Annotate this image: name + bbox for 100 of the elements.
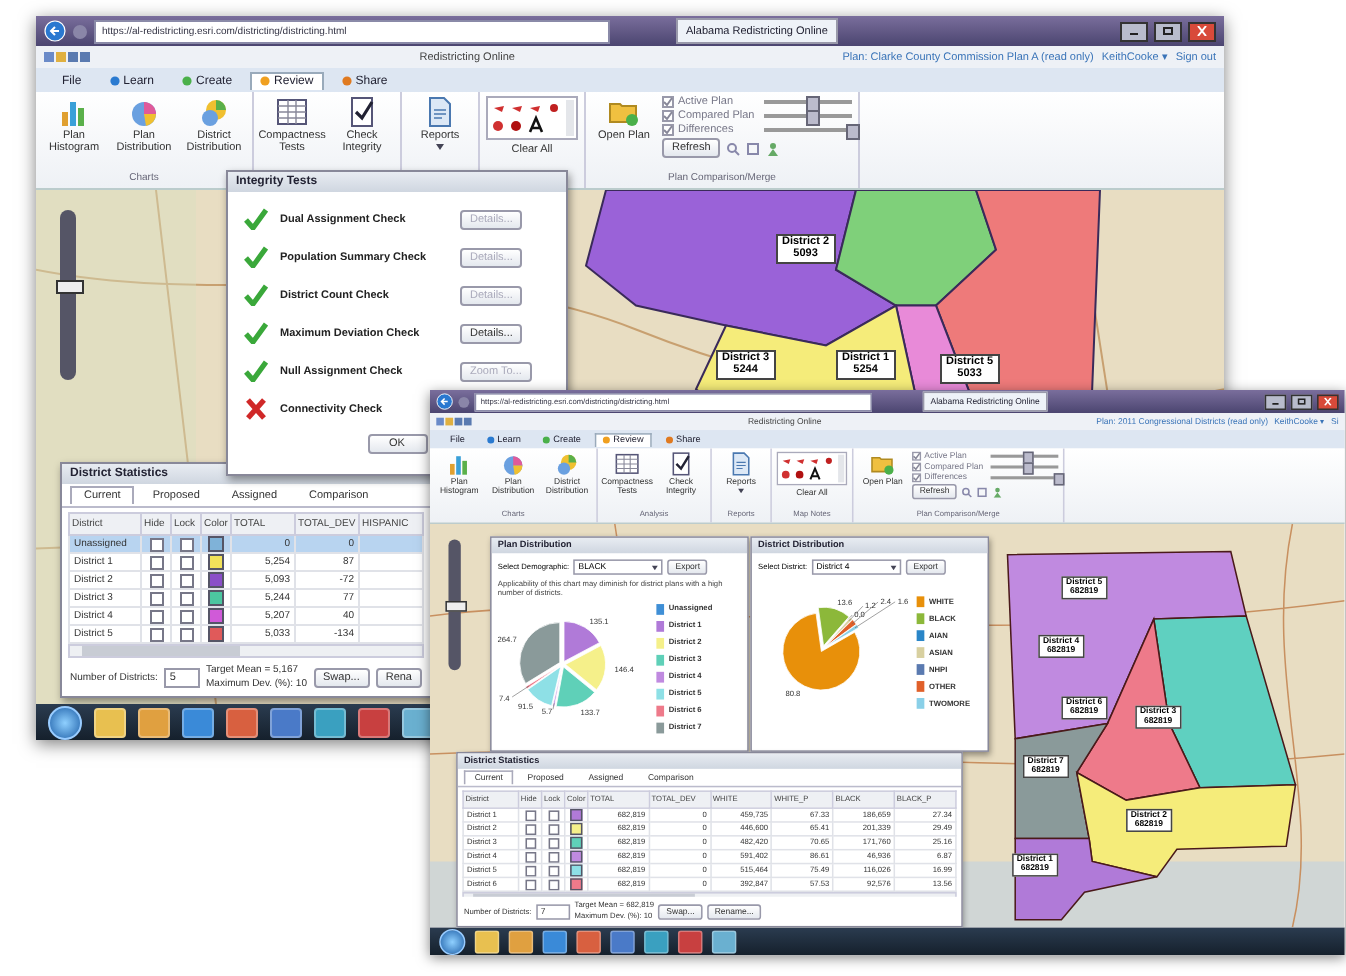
taskbar-app-icon[interactable] [226,707,258,737]
circle-icon [486,436,495,444]
taskbar-app-icon[interactable] [644,929,669,953]
taskbar-app-icon[interactable] [711,929,737,953]
pie-chart-icon [198,96,230,128]
taskbar-app-icon[interactable] [610,929,635,953]
slider-thumb[interactable] [1023,462,1034,475]
slider-thumb[interactable] [846,124,860,140]
checkbox[interactable] [524,878,536,890]
select-icon[interactable] [977,486,988,498]
checkbox[interactable] [547,865,559,876]
close-button[interactable] [1317,393,1339,410]
checkbox[interactable] [149,573,163,587]
checkbox[interactable] [179,627,193,641]
checked-document-icon [346,96,378,128]
close-button[interactable] [1188,21,1216,41]
forward-button[interactable] [72,23,88,39]
slider-thumb[interactable] [1053,473,1065,486]
taskbar-app-icon[interactable] [474,929,500,953]
zoom-icon[interactable] [726,141,741,155]
color-swatch[interactable] [208,572,224,588]
leader-line [552,703,555,710]
checkbox[interactable] [149,591,163,605]
color-swatch[interactable] [208,536,224,552]
taskbar-app-icon[interactable] [270,707,302,737]
checkbox[interactable] [149,537,163,551]
color-swatch[interactable] [570,808,583,822]
taskbar-app-icon[interactable] [542,929,568,953]
start-button[interactable] [439,928,466,955]
start-button[interactable] [48,705,82,739]
checkbox[interactable] [547,809,559,821]
zoom-icon[interactable] [961,486,973,498]
color-swatch[interactable] [208,626,224,642]
color-swatch[interactable] [570,822,583,836]
taskbar-app-icon[interactable] [508,929,534,953]
person-icon[interactable] [992,486,1004,498]
slider-thumb[interactable] [56,280,84,295]
taskbar-app-icon[interactable] [358,707,390,737]
taskbar-app-icon[interactable] [576,929,601,953]
color-swatch[interactable] [570,864,583,877]
caret-icon [652,564,659,570]
checkbox[interactable] [149,555,163,569]
slider-thumb[interactable] [445,600,467,611]
select-icon[interactable] [746,141,761,155]
map-notes-palette [776,451,848,486]
caret-icon [738,488,745,494]
color-swatch[interactable] [570,850,583,863]
checkbox[interactable] [547,823,559,835]
circle-icon [182,76,193,86]
pie-chart-icon [128,96,160,128]
table-icon [276,96,308,128]
checkbox[interactable] [524,851,536,862]
checkbox[interactable] [179,573,193,587]
taskbar-app-icon[interactable] [94,707,126,737]
maximize-button[interactable] [1154,21,1182,41]
slider-thumb[interactable] [806,110,821,126]
checkbox[interactable] [547,851,559,862]
minimize-button[interactable] [1120,21,1148,41]
taskbar-app-icon[interactable] [314,707,346,737]
circle-icon [542,436,551,444]
checkbox[interactable] [524,865,536,876]
checkbox[interactable] [547,837,559,849]
checkbox[interactable] [524,809,536,821]
circle-icon [260,76,271,86]
back-button[interactable] [44,20,66,42]
maximize-button[interactable] [1290,393,1313,410]
color-swatch[interactable] [208,590,224,606]
pie-chart-icon [500,451,526,477]
circle-icon [109,76,120,86]
close-icon [1323,397,1333,406]
bar-chart-icon [446,451,472,477]
circle-icon [602,436,611,444]
back-button[interactable] [436,393,454,410]
taskbar-app-icon[interactable] [138,707,170,737]
taskbar-app-icon[interactable] [182,707,214,737]
person-icon[interactable] [766,141,781,155]
checkbox[interactable] [179,609,193,623]
maximize-icon [1162,26,1174,36]
forward-button[interactable] [457,395,471,408]
taskbar-app-icon[interactable] [677,929,703,953]
checkbox[interactable] [149,627,163,641]
close-icon [1196,26,1208,36]
folder-icon [870,451,896,477]
minimize-icon [1270,398,1281,405]
checkbox[interactable] [179,555,193,569]
checkbox[interactable] [179,591,193,605]
checkbox[interactable] [524,823,536,835]
checkbox[interactable] [149,609,163,623]
minimize-icon [1128,27,1140,35]
circle-icon [341,76,352,86]
color-swatch[interactable] [570,836,583,849]
maximize-icon [1297,397,1307,406]
minimize-button[interactable] [1264,393,1287,410]
checkbox[interactable] [179,537,193,551]
checkbox[interactable] [524,837,536,849]
checkbox[interactable] [547,878,559,890]
color-swatch[interactable] [208,554,224,570]
color-swatch[interactable] [570,878,583,891]
checked-document-icon [668,451,694,477]
color-swatch[interactable] [208,608,224,624]
